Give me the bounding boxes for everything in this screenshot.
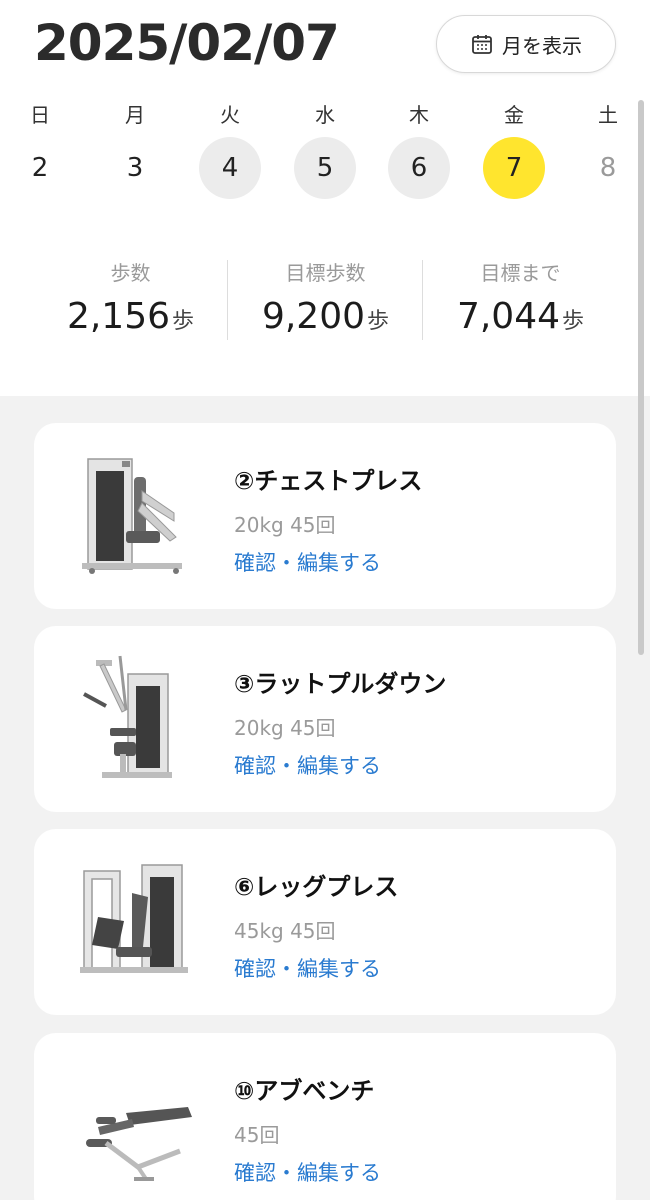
workout-detail: 20kg 45回 — [234, 513, 336, 537]
day-name: 土 — [598, 103, 618, 127]
ab-bench-icon — [86, 1107, 192, 1181]
chest-press-machine-icon — [82, 458, 182, 574]
day-thursday[interactable]: 木 6 — [384, 100, 454, 199]
day-wednesday[interactable]: 水 5 — [290, 100, 360, 199]
edit-link[interactable]: 確認・編集する — [234, 953, 381, 983]
day-sunday[interactable]: 日 2 — [5, 100, 75, 199]
calendar-icon — [472, 35, 492, 54]
day-tuesday[interactable]: 火 4 — [195, 100, 265, 199]
day-date-recorded: 4 — [199, 137, 261, 199]
stat-unit: 歩 — [562, 309, 585, 334]
stat-value-row: 2,156歩 — [33, 296, 228, 337]
stat-label: 目標まで — [480, 261, 561, 285]
day-friday[interactable]: 金 7 — [479, 100, 549, 199]
day-saturday[interactable]: 土 8 — [573, 100, 643, 199]
week-strip: 日 2 月 3 火 4 水 5 木 6 金 7 土 8 — [0, 100, 640, 210]
workout-detail: 20kg 45回 — [234, 716, 336, 740]
lat-pulldown-machine-icon — [83, 655, 172, 778]
day-date: 3 — [126, 153, 144, 183]
day-date-future: 8 — [599, 153, 617, 183]
edit-link[interactable]: 確認・編集する — [234, 1157, 381, 1187]
day-name: 月 — [125, 103, 145, 127]
show-month-label: 月を表示 — [502, 33, 582, 58]
day-date: 2 — [31, 153, 49, 183]
workout-detail: 45kg 45回 — [234, 919, 336, 943]
stat-target-steps: 目標歩数 9,200歩 — [228, 258, 423, 337]
stat-label: 歩数 — [110, 261, 151, 285]
scrollbar[interactable] — [638, 100, 644, 655]
day-name: 日 — [30, 103, 50, 127]
page-title: 2025/02/07 — [34, 14, 340, 72]
workout-name: ⑥レッグプレス — [234, 873, 399, 901]
stat-label: 目標歩数 — [285, 261, 366, 285]
stat-value-row: 9,200歩 — [228, 296, 423, 337]
stat-value-row: 7,044歩 — [423, 296, 618, 337]
day-name: 水 — [315, 103, 335, 127]
stat-remaining-steps: 目標まで 7,044歩 — [423, 258, 618, 337]
day-name: 金 — [504, 103, 524, 127]
day-date-recorded: 5 — [294, 137, 356, 199]
workout-name: ②チェストプレス — [234, 467, 423, 495]
edit-link[interactable]: 確認・編集する — [234, 750, 381, 780]
workout-card[interactable]: ②チェストプレス 20kg 45回 確認・編集する — [34, 423, 616, 609]
workout-name: ③ラットプルダウン — [234, 670, 447, 698]
stat-value: 9,200 — [261, 296, 366, 337]
day-name: 火 — [220, 103, 240, 127]
workout-card[interactable]: ③ラットプルダウン 20kg 45回 確認・編集する — [34, 626, 616, 812]
day-name: 木 — [409, 103, 429, 127]
day-date-today: 7 — [483, 137, 545, 199]
workout-list: ②チェストプレス 20kg 45回 確認・編集する ③ラットプルダウン 20kg… — [0, 396, 650, 1200]
stat-value: 2,156 — [66, 296, 171, 337]
leg-press-machine-icon — [80, 864, 188, 973]
stat-unit: 歩 — [367, 309, 390, 334]
workout-name: ⑩アブベンチ — [234, 1077, 375, 1105]
header: 2025/02/07 月を表示 — [0, 0, 650, 90]
show-month-button[interactable]: 月を表示 — [436, 15, 616, 73]
workout-card[interactable]: ⑥レッグプレス 45kg 45回 確認・編集する — [34, 829, 616, 1015]
workout-card[interactable]: ⑩アブベンチ 45回 確認・編集する — [34, 1033, 616, 1200]
workout-detail: 45回 — [234, 1123, 280, 1147]
stat-steps: 歩数 2,156歩 — [33, 258, 228, 337]
stat-unit: 歩 — [172, 309, 195, 334]
day-date-recorded: 6 — [388, 137, 450, 199]
stat-value: 7,044 — [456, 296, 561, 337]
step-stats: 歩数 2,156歩 目標歩数 9,200歩 目標まで 7,044歩 — [0, 250, 640, 350]
day-monday[interactable]: 月 3 — [100, 100, 170, 199]
edit-link[interactable]: 確認・編集する — [234, 547, 381, 577]
scrollbar-thumb[interactable] — [638, 100, 644, 655]
